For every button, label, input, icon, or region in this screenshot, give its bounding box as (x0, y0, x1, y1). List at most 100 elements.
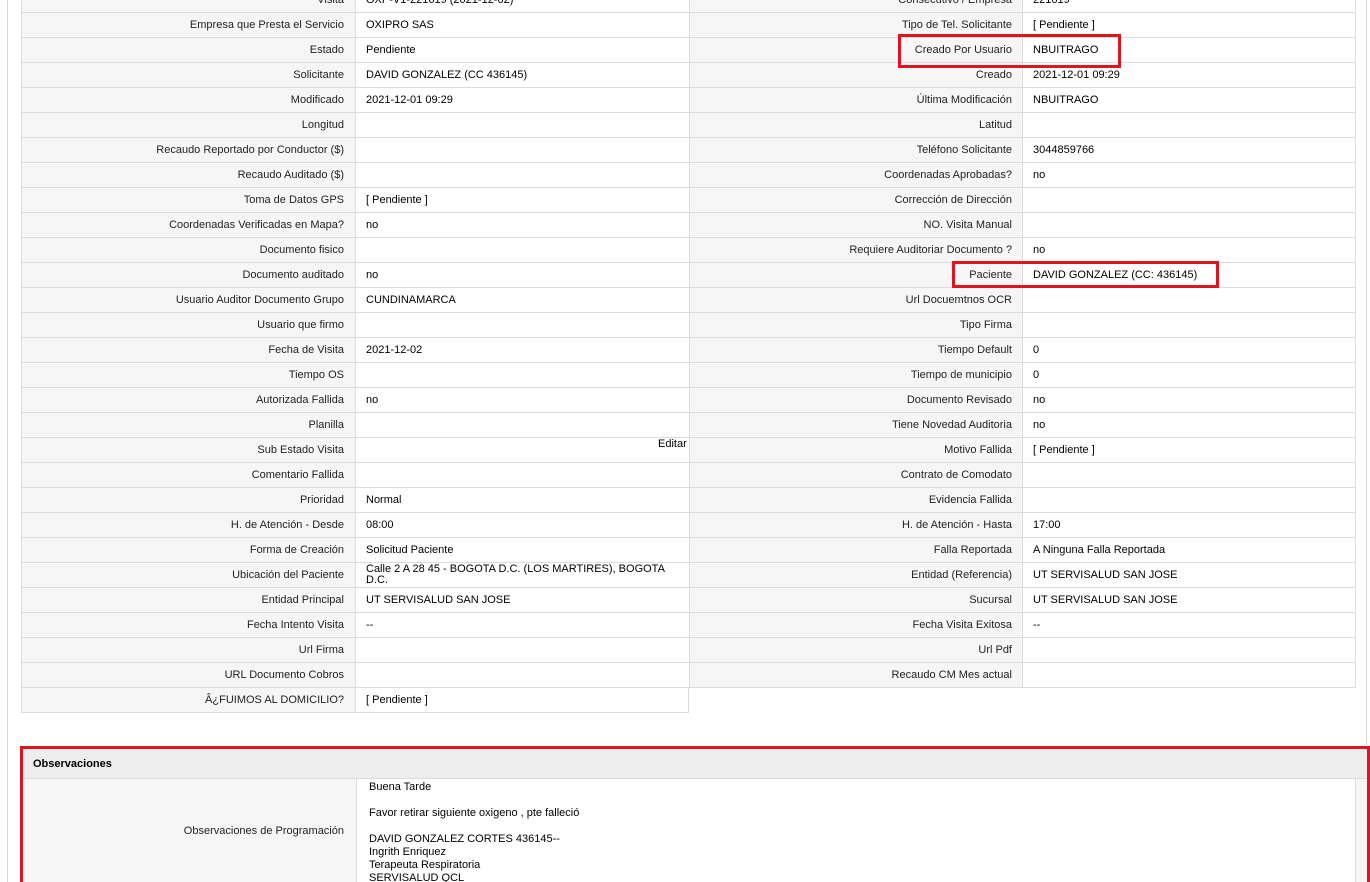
field-value: 3044859766 (1022, 137, 1356, 162)
field-label-text: Corrección de Dirección (894, 194, 1012, 206)
field-value: Pendiente (355, 37, 689, 62)
field-label: Tiene Novedad Auditoria (689, 412, 1023, 437)
table-row: Empresa que Presta el Servicio OXIPRO SAS… (21, 12, 1357, 37)
field-label: Contrato de Comodato (689, 462, 1023, 487)
field-value-text: A Ninguna Falla Reportada (1033, 544, 1166, 556)
field-value: 2021-12-01 09:29 (355, 87, 689, 112)
field-label: Fecha Intento Visita (21, 612, 355, 637)
field-label: Documento auditado (21, 262, 355, 287)
field-label: URL Documento Cobros (21, 662, 355, 687)
field-value-text: UT SERVISALUD SAN JOSE (366, 594, 511, 606)
table-row: Planilla Tiene Novedad Auditoria no (21, 412, 1357, 437)
field-value-text: 08:00 (366, 519, 394, 531)
table-row: Sub Estado Visita Motivo Fallida [ Pendien… (21, 437, 1357, 462)
table-row: Documento auditado no Paciente DAVID GONZAL… (21, 262, 1357, 287)
field-value (355, 112, 689, 137)
field-label: Url Pdf (689, 637, 1023, 662)
field-label-text: URL Documento Cobros (224, 669, 344, 681)
field-label-text: Motivo Fallida (944, 444, 1012, 456)
field-label-text: Sub Estado Visita (257, 444, 344, 456)
table-row: Toma de Datos GPS [ Pendiente ] Corrección… (21, 187, 1357, 212)
field-value: A Ninguna Falla Reportada (1022, 537, 1356, 562)
field-value-text: no (366, 219, 379, 231)
field-value-text: [ Pendiente ] (366, 194, 428, 206)
field-label: Paciente (689, 262, 1023, 287)
table-row: Entidad Principal UT SERVISALUD SAN JOSE S… (21, 587, 1357, 612)
field-value (1022, 112, 1356, 137)
field-label-text: Contrato de Comodato (900, 469, 1012, 481)
field-label: Documento Revisado (689, 387, 1023, 412)
field-label-text: Tipo de Tel. Solicitante (901, 19, 1012, 31)
field-value-text: -- (1033, 619, 1041, 631)
field-value (1022, 312, 1356, 337)
field-label-text: Tiempo Default (937, 344, 1012, 356)
field-value-text: 2021-12-01 09:29 (366, 94, 453, 106)
field-label: Última Modificación (689, 87, 1023, 112)
field-label: Usuario que firmo (21, 312, 355, 337)
field-label-text: Fecha Visita Exitosa (912, 619, 1012, 631)
field-value (355, 312, 689, 337)
field-label: Solicitante (21, 62, 355, 87)
table-row: Â¿FUIMOS AL DOMICILIO? [ Pendiente ] (21, 687, 689, 712)
field-value (355, 437, 689, 462)
field-value-text: [ Pendiente ] (1033, 444, 1095, 456)
field-value: CUNDINAMARCA (355, 287, 689, 312)
field-value: no (355, 212, 689, 237)
field-label-text: Falla Reportada (933, 544, 1012, 556)
field-value: Normal (355, 487, 689, 512)
field-label: Prioridad (21, 487, 355, 512)
field-label-text: Teléfono Solicitante (916, 144, 1012, 156)
field-value-text: [ Pendiente ] (1033, 19, 1095, 31)
table-row: Forma de Creación Solicitud Paciente Falla… (21, 537, 1357, 562)
table-row: Recaudo Auditado ($) Coordenadas Aprobada… (21, 162, 1357, 187)
field-label: Consecutivo / Empresa (689, 0, 1023, 12)
field-value: no (1022, 412, 1356, 437)
field-label-text: Paciente (969, 269, 1012, 281)
field-label-text: Documento fisico (259, 244, 344, 256)
field-value (1022, 487, 1356, 512)
field-label-text: Sucursal (969, 594, 1012, 606)
table-row: Estado Pendiente Creado Por Usuario NBUITRA… (21, 37, 1357, 62)
field-value: -- (1022, 612, 1356, 637)
table-bottom-border (689, 687, 1356, 688)
field-label-text: Modificado (290, 94, 344, 106)
field-label-text: NO. Visita Manual (923, 219, 1012, 231)
field-label-text: Forma de Creación (249, 544, 344, 556)
field-value: NBUITRAGO (1022, 37, 1356, 62)
field-label: Usuario Auditor Documento Grupo (21, 287, 355, 312)
field-label: Creado Por Usuario (689, 37, 1023, 62)
field-label-text: Tiempo OS (288, 369, 344, 381)
table-row: H. de Atención - Desde 08:00 H. de Atenció… (21, 512, 1357, 537)
field-label: Comentario Fallida (21, 462, 355, 487)
field-label: Url Docuemtnos OCR (689, 287, 1023, 312)
field-value-text: 3044859766 (1033, 144, 1095, 156)
field-value: NBUITRAGO (1022, 87, 1356, 112)
field-value (355, 462, 689, 487)
field-value: no (1022, 387, 1356, 412)
page-frame-left (7, 0, 8, 882)
field-value: [ Pendiente ] (355, 687, 689, 712)
field-label-text: Recaudo CM Mes actual (891, 669, 1012, 681)
field-label: Toma de Datos GPS (21, 187, 355, 212)
table-row: Recaudo Reportado por Conductor ($) Teléf… (21, 137, 1357, 162)
field-value: [ Pendiente ] (1022, 437, 1356, 462)
edit-link[interactable]: Editar (658, 438, 687, 450)
field-label: Evidencia Fallida (689, 487, 1023, 512)
field-label: Falla Reportada (689, 537, 1023, 562)
field-label: Tiempo de municipio (689, 362, 1023, 387)
field-value-text: NBUITRAGO (1033, 94, 1099, 106)
field-label: Tiempo OS (21, 362, 355, 387)
field-label: Empresa que Presta el Servicio (21, 12, 355, 37)
field-label: Recaudo Auditado ($) (21, 162, 355, 187)
field-label: H. de Atención - Desde (21, 512, 355, 537)
field-label: Recaudo Reportado por Conductor ($) (21, 137, 355, 162)
table-row: Fecha Intento Visita -- Fecha Visita Exito… (21, 612, 1357, 637)
field-label-text: Usuario Auditor Documento Grupo (175, 294, 344, 306)
field-value (1022, 662, 1356, 687)
field-label-text: Última Modificación (916, 94, 1012, 106)
field-label: Documento fisico (21, 237, 355, 262)
field-value-text: UT SERVISALUD SAN JOSE (1033, 594, 1178, 606)
field-label-text: Entidad (Referencia) (911, 569, 1012, 581)
field-label: Longitud (21, 112, 355, 137)
field-value: no (1022, 237, 1356, 262)
